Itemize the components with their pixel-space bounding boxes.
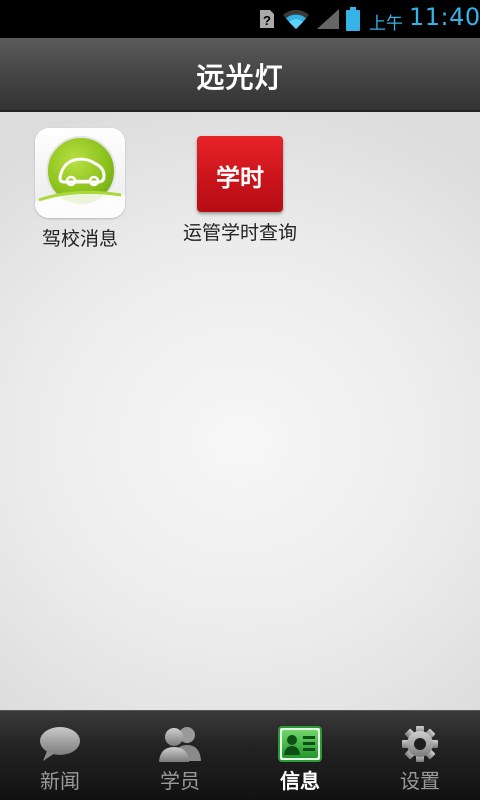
status-ampm: 上午 [369, 14, 403, 34]
nav-label-info: 信息 [280, 769, 320, 793]
app-label-study-hours-query: 运管学时查询 [182, 222, 297, 244]
people-icon [159, 727, 201, 762]
app-tile-driving-school-messages[interactable]: 驾校消息 [10, 128, 150, 251]
nav-item-settings[interactable]: 设置 [360, 711, 480, 800]
chat-bubble-icon [40, 727, 80, 761]
nav-item-info[interactable]: 信息 [240, 711, 360, 800]
study-hours-icon[interactable]: 学时 [197, 136, 283, 212]
nav-label-settings: 设置 [400, 769, 440, 793]
app-label-driving-school-messages: 驾校消息 [41, 228, 118, 250]
bottom-nav: 新闻 学员 信息 设置 [0, 710, 480, 800]
app-grid: 驾校消息 学时 运管学时查询 [0, 112, 480, 710]
signal-icon [317, 9, 339, 29]
gear-icon [402, 726, 438, 762]
id-card-icon [278, 726, 322, 762]
wifi-icon [283, 9, 309, 29]
screen: ? 上午 11:40 远光灯 驾校消息 学时 运管学时查询 新闻 学员 信息 设… [0, 0, 480, 800]
page-title: 远光灯 [196, 61, 284, 94]
study-hours-icon-text: 学时 [216, 163, 264, 192]
title-bar: 远光灯 [0, 38, 480, 112]
status-icons: ? [258, 5, 360, 33]
app-tile-study-hours-query[interactable]: 学时 运管学时查询 [170, 128, 310, 245]
nav-label-news: 新闻 [40, 769, 80, 793]
svg-text:?: ? [263, 13, 271, 28]
nav-label-students: 学员 [160, 769, 200, 793]
nav-item-news[interactable]: 新闻 [0, 711, 120, 800]
car-icon[interactable] [35, 128, 125, 218]
status-bar: ? 上午 11:40 [0, 0, 480, 38]
nav-item-students[interactable]: 学员 [120, 711, 240, 800]
battery-icon [346, 7, 360, 31]
status-time: 11:40 [409, 3, 480, 31]
sim-unknown-icon: ? [260, 10, 274, 28]
